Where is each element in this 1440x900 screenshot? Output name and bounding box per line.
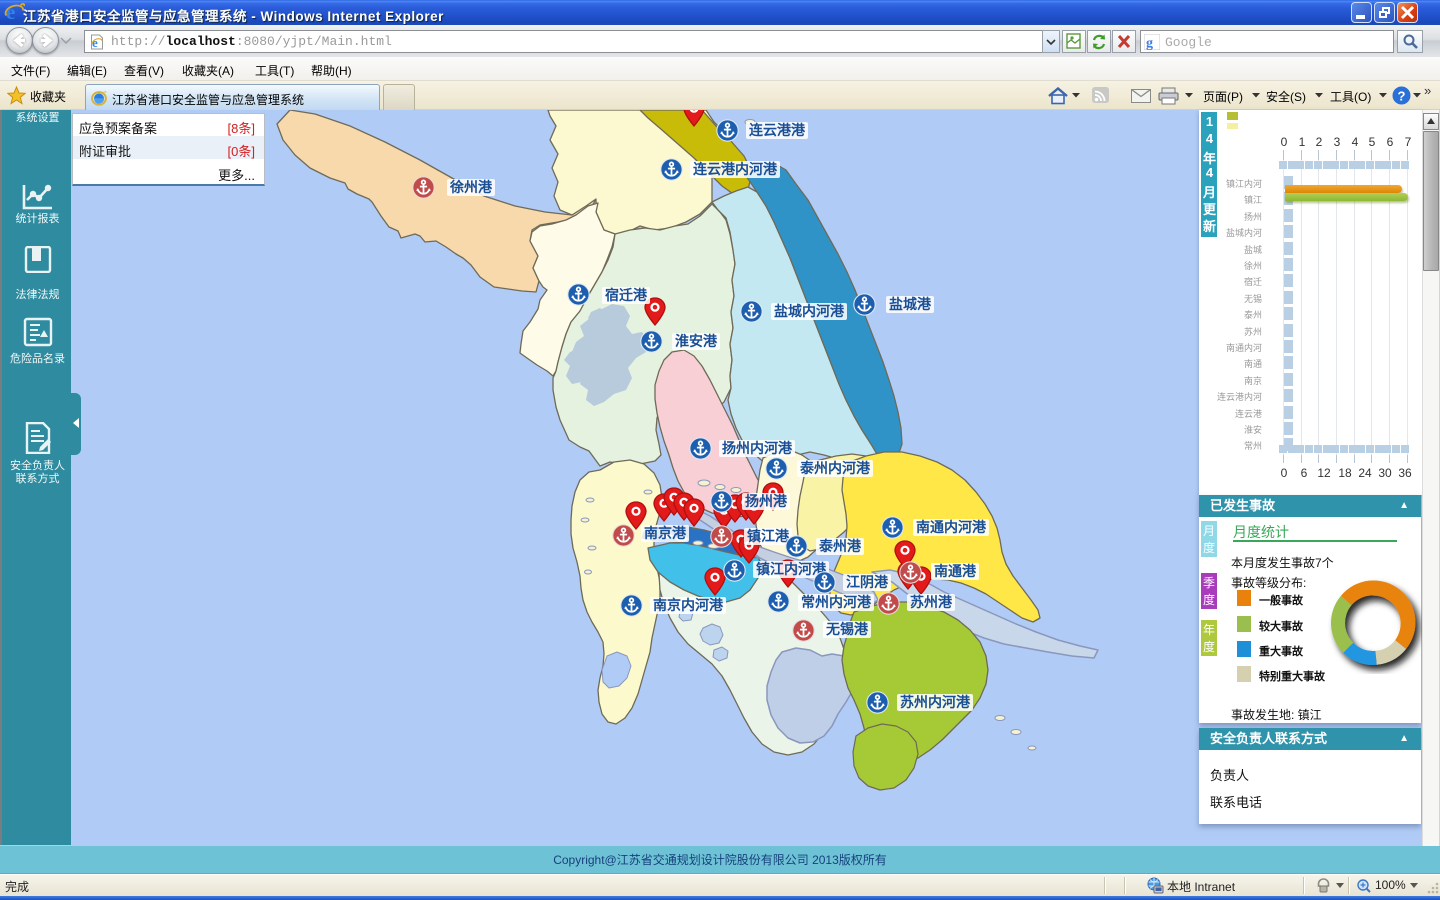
svg-text:?: ? bbox=[1398, 89, 1406, 104]
svg-text:g: g bbox=[1146, 36, 1153, 50]
